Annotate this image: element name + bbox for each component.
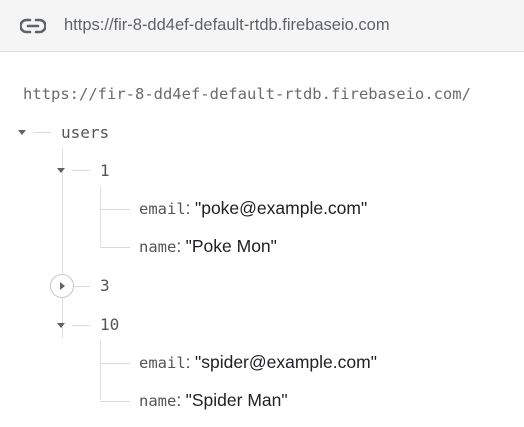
field-separator: : [176, 390, 182, 410]
collapse-users-icon[interactable] [18, 130, 26, 135]
collapse-node-1-icon[interactable] [57, 168, 65, 173]
node-key-users[interactable]: users [61, 123, 109, 142]
field-key: name [139, 238, 177, 256]
field-value: "Spider Man" [185, 390, 288, 410]
connector-line [100, 340, 101, 400]
field-email-1[interactable]: email: "poke@example.com" [139, 198, 367, 219]
field-email-10[interactable]: email: "spider@example.com" [139, 352, 377, 373]
field-separator: : [176, 236, 182, 256]
connector-line [62, 148, 63, 338]
connector-line [74, 286, 90, 287]
connector-line [100, 247, 130, 248]
field-name-1[interactable]: name: "Poke Mon" [139, 236, 277, 257]
connector-line [33, 132, 51, 133]
field-value: "Poke Mon" [185, 236, 277, 256]
connector-line [100, 401, 130, 402]
connector-line [100, 363, 130, 364]
node-key-1[interactable]: 1 [100, 161, 110, 180]
link-icon [20, 18, 46, 34]
field-value: "spider@example.com" [195, 352, 377, 372]
root-url[interactable]: https://fir-8-dd4ef-default-rtdb.firebas… [23, 85, 471, 103]
connector-line [72, 170, 90, 171]
field-name-10[interactable]: name: "Spider Man" [139, 390, 288, 411]
database-url[interactable]: https://fir-8-dd4ef-default-rtdb.firebas… [64, 16, 390, 35]
connector-line [100, 186, 101, 246]
field-value: "poke@example.com" [195, 198, 368, 218]
data-tree: https://fir-8-dd4ef-default-rtdb.firebas… [0, 52, 524, 427]
connector-line [72, 325, 90, 326]
field-separator: : [185, 198, 191, 218]
caret-right-icon [60, 282, 65, 290]
field-key: email [139, 354, 186, 372]
field-key: name [139, 392, 177, 410]
field-key: email [139, 200, 186, 218]
url-bar: https://fir-8-dd4ef-default-rtdb.firebas… [0, 0, 524, 52]
node-key-10[interactable]: 10 [100, 315, 119, 334]
connector-line [100, 209, 130, 210]
expand-node-3-button[interactable] [50, 274, 74, 298]
node-key-3[interactable]: 3 [100, 276, 110, 295]
field-separator: : [185, 352, 191, 372]
collapse-node-10-icon[interactable] [57, 323, 65, 328]
